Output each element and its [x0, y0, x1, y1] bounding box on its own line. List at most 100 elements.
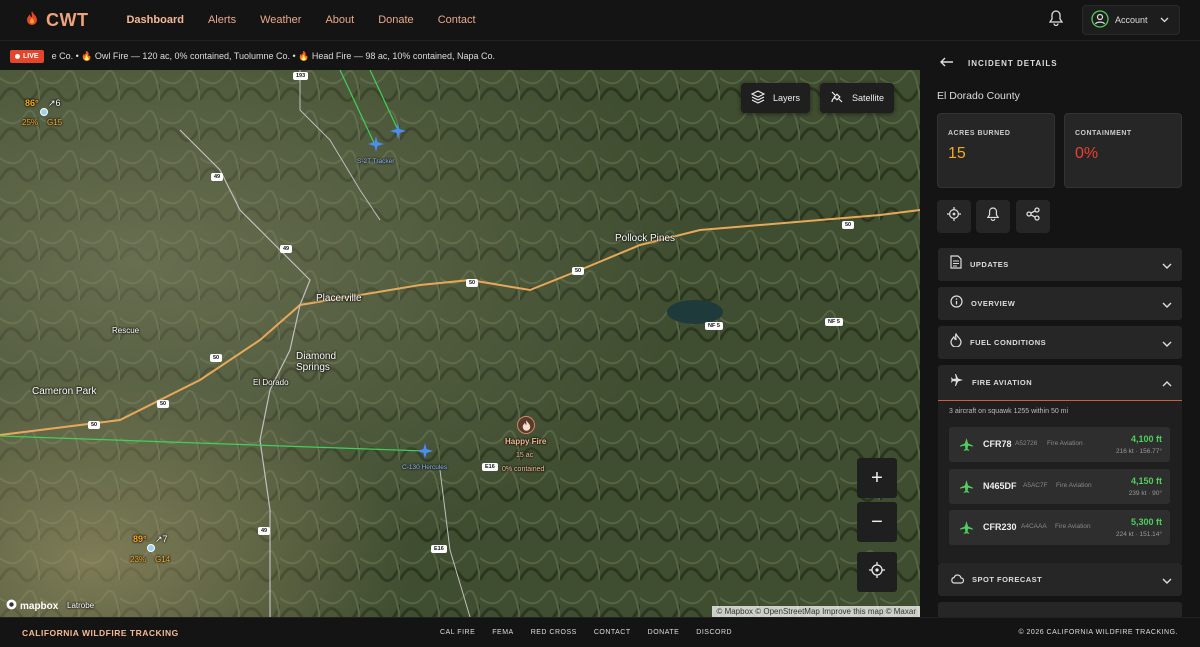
aircraft-type: Fire Aviation	[1055, 523, 1091, 530]
account-label: Account	[1115, 15, 1148, 25]
share-button[interactable]	[1016, 200, 1050, 233]
containment-value: 0%	[1075, 145, 1099, 162]
nav-about[interactable]: About	[313, 14, 366, 26]
footer-link-calfire[interactable]: CAL FIRE	[440, 629, 475, 636]
aircraft-row[interactable]: CFR230 A4CAAA Fire Aviation 5,300 ft 224…	[949, 510, 1170, 545]
account-menu-button[interactable]: Account	[1082, 5, 1180, 35]
aircraft-hex: A5AC7F	[1023, 482, 1048, 489]
place-label: Cameron Park	[32, 386, 97, 397]
cloud-icon	[950, 571, 965, 589]
station-wind: ↗6	[48, 98, 61, 108]
zoom-in-button[interactable]: +	[857, 458, 897, 498]
aircraft-row[interactable]: N465DF A5AC7F Fire Aviation 4,150 ft 239…	[949, 469, 1170, 504]
aircraft-callsign: CFR78	[983, 439, 1012, 449]
footer-link-contact[interactable]: CONTACT	[594, 629, 631, 636]
containment-card: CONTAINMENT 0%	[1064, 113, 1182, 188]
brand-logo[interactable]: CWT	[26, 10, 88, 31]
map-attribution[interactable]: © Mapbox © OpenStreetMap Improve this ma…	[712, 606, 920, 617]
chevron-up-icon	[1162, 374, 1172, 392]
subscribe-alerts-button[interactable]	[976, 200, 1010, 233]
aviation-summary: 3 aircraft on squawk 1255 within 50 mi	[949, 408, 1069, 415]
back-arrow-icon[interactable]	[940, 54, 954, 72]
weather-station-dot-icon[interactable]	[147, 544, 155, 552]
station-gust: G14	[155, 555, 171, 564]
station-humidity: 25%	[22, 118, 39, 127]
place-label: Latrobe	[67, 601, 95, 610]
aircraft-altitude: 4,100 ft	[1130, 434, 1162, 444]
panel-title: INCIDENT DETAILS	[968, 58, 1058, 68]
overview-section[interactable]: OVERVIEW	[938, 287, 1182, 320]
zoom-out-button[interactable]: −	[857, 502, 897, 542]
acres-label: ACRES BURNED	[948, 130, 1011, 137]
nav-donate[interactable]: Donate	[366, 14, 425, 26]
airplane-icon[interactable]	[416, 442, 434, 465]
station-wind: ↗7	[155, 534, 168, 544]
flame-outline-icon	[950, 332, 962, 352]
top-navbar: CWT Dashboard Alerts Weather About Donat…	[0, 0, 1200, 41]
flame-icon	[26, 10, 38, 30]
fuel-conditions-label: FUEL CONDITIONS	[970, 338, 1047, 347]
nav-weather[interactable]: Weather	[248, 14, 313, 26]
footer-copyright: © 2026 CALIFORNIA WILDFIRE TRACKING.	[1018, 629, 1178, 636]
spot-forecast-section[interactable]: SPOT FORECAST	[938, 563, 1182, 596]
route-shield: 49	[258, 527, 271, 535]
route-shield: E16	[431, 545, 447, 553]
chevron-down-icon	[1162, 295, 1172, 313]
fire-name-label: Happy Fire	[505, 437, 547, 446]
aircraft-speed: 224 kt · 151.14°	[1116, 531, 1162, 538]
fire-acres-label: 15 ac	[516, 452, 534, 459]
station-gust: G15	[47, 118, 63, 127]
next-section-peek[interactable]	[938, 602, 1182, 617]
updates-section[interactable]: UPDATES	[938, 248, 1182, 281]
route-shield: E16	[482, 463, 498, 471]
notifications-bell-icon[interactable]	[1048, 10, 1064, 31]
fuel-conditions-section[interactable]: FUEL CONDITIONS	[938, 326, 1182, 359]
aircraft-callsign: N465DF	[983, 481, 1017, 491]
aircraft-label: S-2T Tracker	[357, 158, 395, 165]
chevron-down-icon	[1162, 571, 1172, 589]
map-view[interactable]: 193 49 49 50 50 50 50 50 50 E16 E16 49 N…	[0, 70, 920, 617]
footer-link-redcross[interactable]: RED CROSS	[531, 629, 577, 636]
document-icon	[950, 255, 962, 274]
fire-aviation-section[interactable]: FIRE AVIATION	[938, 365, 1182, 401]
layers-label: Layers	[773, 93, 801, 103]
mapbox-icon	[6, 599, 17, 613]
share-icon	[1026, 207, 1040, 226]
place-label: Diamond Springs	[296, 351, 337, 373]
satellite-label: Satellite	[852, 93, 885, 103]
nav-contact[interactable]: Contact	[426, 14, 488, 26]
route-shield: NF 5	[825, 318, 843, 326]
footer-link-fema[interactable]: FEMA	[492, 629, 513, 636]
nav-alerts[interactable]: Alerts	[196, 14, 248, 26]
chevron-down-icon	[1162, 256, 1172, 274]
updates-label: UPDATES	[970, 260, 1009, 269]
route-shield: 49	[280, 245, 293, 253]
layers-button[interactable]: Layers	[741, 83, 811, 113]
crosshair-icon	[869, 561, 885, 584]
footer-brand[interactable]: CALIFORNIA WILDFIRE TRACKING	[22, 628, 179, 638]
aircraft-type: Fire Aviation	[1047, 440, 1083, 447]
weather-station-dot-icon[interactable]	[40, 108, 48, 116]
route-shield: 50	[842, 221, 855, 229]
locate-button[interactable]	[857, 552, 897, 592]
layers-icon	[750, 90, 766, 106]
aircraft-altitude: 4,150 ft	[1130, 476, 1162, 486]
place-label: Placerville	[316, 293, 362, 304]
route-shield: 50	[88, 421, 101, 429]
fire-marker-icon[interactable]	[517, 416, 535, 434]
airplane-icon[interactable]	[367, 135, 385, 158]
satellite-icon	[830, 90, 844, 106]
satellite-button[interactable]: Satellite	[820, 83, 895, 113]
nav-dashboard[interactable]: Dashboard	[114, 14, 195, 26]
aircraft-label: C-130 Hercules	[402, 464, 448, 471]
station-temp: 86°	[25, 98, 39, 108]
footer: CALIFORNIA WILDFIRE TRACKING CAL FIRE FE…	[0, 617, 1200, 647]
footer-link-donate[interactable]: DONATE	[648, 629, 680, 636]
locate-fire-button[interactable]	[937, 200, 971, 233]
footer-link-discord[interactable]: DISCORD	[696, 629, 732, 636]
aircraft-row[interactable]: CFR78 A52726 Fire Aviation 4,100 ft 216 …	[949, 427, 1170, 462]
user-avatar-icon	[1091, 10, 1109, 30]
place-label: Pollock Pines	[615, 233, 676, 244]
aircraft-callsign: CFR230	[983, 522, 1017, 532]
airplane-icon[interactable]	[389, 122, 407, 145]
